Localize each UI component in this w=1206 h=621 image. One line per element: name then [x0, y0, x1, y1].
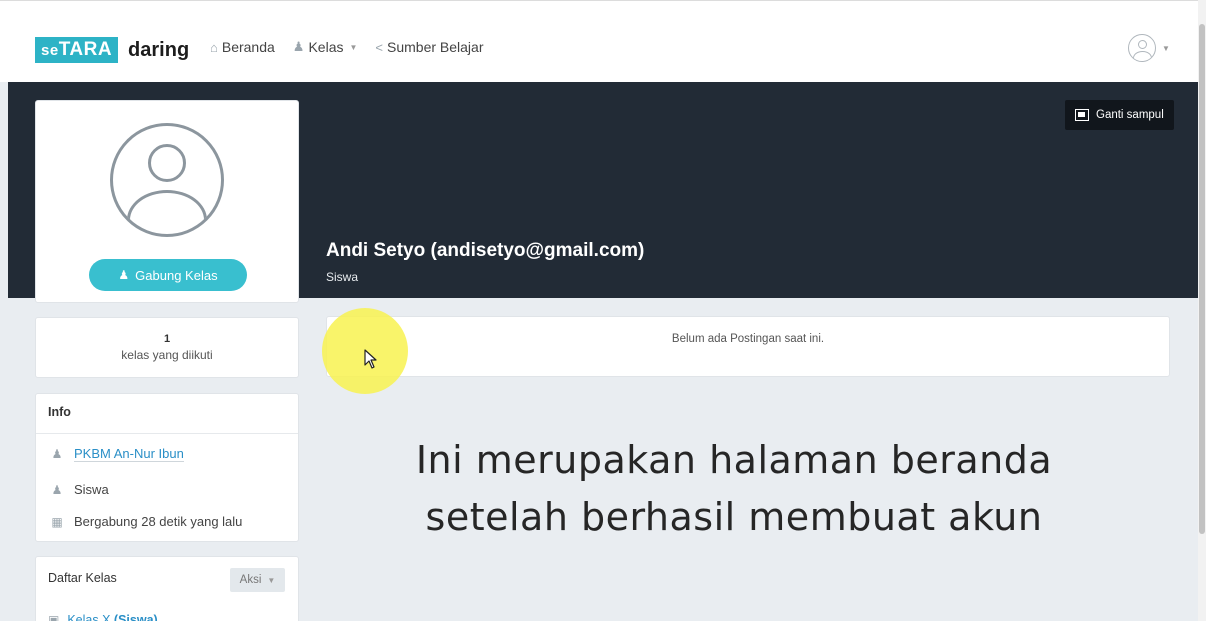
- info-card: Info ♟ PKBM An-Nur Ibun ♟ Siswa ▦ Bergab…: [35, 393, 299, 542]
- posts-panel: Belum ada Postingan saat ini.: [326, 316, 1170, 377]
- profile-card: ♟ Gabung Kelas: [35, 100, 299, 303]
- user-icon: ♟: [118, 268, 130, 282]
- scrollbar[interactable]: [1198, 0, 1206, 621]
- user-icon: ♟: [51, 482, 63, 497]
- classes-followed-card: 1 kelas yang diikuti: [35, 317, 299, 378]
- chevron-down-icon: ▼: [1162, 43, 1170, 53]
- logo-box: seTARA: [35, 37, 119, 63]
- logo-text: daring: [128, 38, 190, 61]
- info-title: Info: [36, 394, 298, 434]
- users-icon: ♟: [292, 39, 305, 54]
- user-menu[interactable]: ▼: [1128, 34, 1170, 62]
- mouse-cursor-icon: [364, 349, 377, 369]
- action-dropdown-button[interactable]: Aksi ▼: [230, 568, 285, 592]
- nav-item-kelas[interactable]: ♟ Kelas ▼: [293, 39, 358, 55]
- folder-icon: ▣: [48, 613, 60, 621]
- share-icon: <: [375, 39, 383, 55]
- classes-count-label: kelas yang diikuti: [121, 348, 213, 362]
- calendar-icon: ▦: [51, 514, 63, 529]
- home-icon: ⌂: [210, 39, 218, 55]
- users-icon: ♟: [51, 447, 63, 461]
- posts-empty-message: Belum ada Postingan saat ini.: [671, 333, 825, 345]
- profile-role: Siswa: [326, 270, 359, 284]
- nav-menu: ⌂ Beranda ♟ Kelas ▼ < Sumber Belajar: [210, 39, 502, 55]
- school-link[interactable]: PKBM An-Nur Ibun: [74, 446, 184, 462]
- logo[interactable]: seTARA daring: [35, 37, 189, 63]
- top-navbar: seTARA daring ⌂ Beranda ♟ Kelas ▼ < Sumb…: [0, 0, 1198, 82]
- caption-line-1: Ini merupakan halaman beranda: [415, 438, 1053, 482]
- info-school: ♟ PKBM An-Nur Ibun: [50, 446, 184, 462]
- avatar: [110, 123, 224, 237]
- user-avatar-icon: [1128, 34, 1156, 62]
- join-class-button[interactable]: ♟ Gabung Kelas: [89, 259, 247, 291]
- scrollbar-thumb[interactable]: [1199, 24, 1205, 534]
- class-list-title: Daftar Kelas: [48, 571, 117, 585]
- nav-item-sumber-belajar[interactable]: < Sumber Belajar: [375, 39, 483, 55]
- change-cover-button[interactable]: Ganti sampul: [1065, 100, 1174, 130]
- nav-item-beranda[interactable]: ⌂ Beranda: [210, 39, 275, 55]
- chevron-down-icon: ▼: [267, 575, 276, 585]
- caption-overlay: Ini merupakan halaman beranda setelah be…: [326, 432, 1142, 546]
- caption-line-2: setelah berhasil membuat akun: [425, 495, 1043, 539]
- classes-count: 1: [163, 333, 171, 345]
- class-list-item[interactable]: ▣ Kelas X (Siswa): [48, 613, 158, 621]
- image-icon: [1075, 109, 1089, 121]
- info-role: ♟ Siswa: [51, 482, 109, 497]
- chevron-down-icon: ▼: [349, 42, 358, 52]
- profile-name: Andi Setyo (andisetyo@gmail.com): [326, 240, 645, 261]
- class-list-card: Daftar Kelas Aksi ▼ ▣ Kelas X (Siswa): [35, 556, 299, 621]
- info-joined: ▦ Bergabung 28 detik yang lalu: [51, 514, 243, 529]
